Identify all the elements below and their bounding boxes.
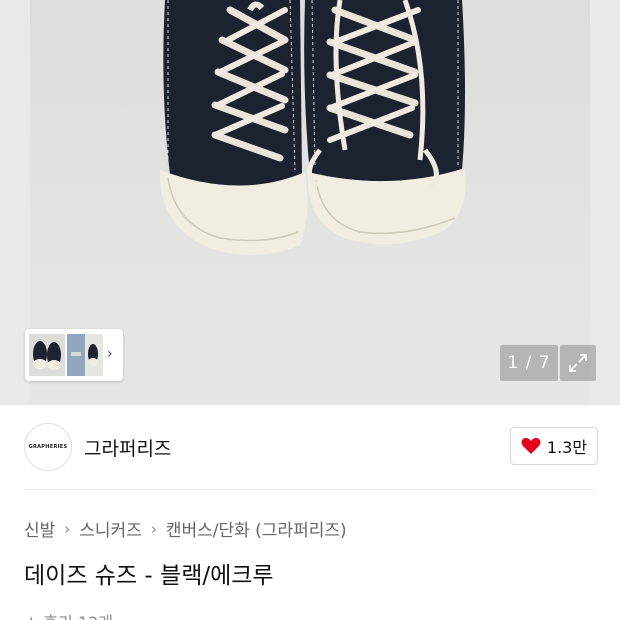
product-image-gallery[interactable]: › 1 / 7: [0, 0, 620, 405]
right-shoe-illustration: [304, 0, 466, 245]
chevron-right-icon: ›: [150, 519, 157, 538]
brand-logo-text: GRAPHERIES: [28, 444, 68, 450]
review-summary[interactable]: ★ 후기 12개: [24, 609, 113, 620]
like-button[interactable]: 1.3만: [510, 427, 598, 465]
thumbnail-strip[interactable]: ›: [25, 329, 123, 381]
product-title: 데이즈 슈즈 - 블랙/에크루: [24, 563, 274, 589]
heart-icon: [521, 437, 541, 454]
left-shoe-illustration: [159, 0, 308, 255]
breadcrumb-item-sneakers[interactable]: 스니커즈: [79, 516, 142, 541]
breadcrumb-item-shoes[interactable]: 신발: [24, 516, 55, 541]
brand-name[interactable]: 그라퍼리즈: [84, 434, 171, 461]
thumbnail-next-icon[interactable]: ›: [107, 346, 113, 362]
chevron-right-icon: ›: [64, 519, 71, 538]
thumbnail-2[interactable]: [67, 334, 103, 376]
brand-logo[interactable]: GRAPHERIES: [24, 423, 72, 471]
like-count: 1.3만: [546, 438, 588, 457]
expand-icon[interactable]: [560, 345, 596, 381]
breadcrumb-item-canvas[interactable]: 캔버스/단화 (그라퍼리즈): [166, 516, 347, 541]
breadcrumb: 신발 › 스니커즈 › 캔버스/단화 (그라퍼리즈): [24, 516, 347, 542]
brand-row: GRAPHERIES 그라퍼리즈 1.3만: [0, 405, 620, 490]
image-counter: 1 / 7: [500, 345, 558, 381]
thumbnail-1[interactable]: [29, 334, 65, 376]
divider: [24, 489, 596, 490]
